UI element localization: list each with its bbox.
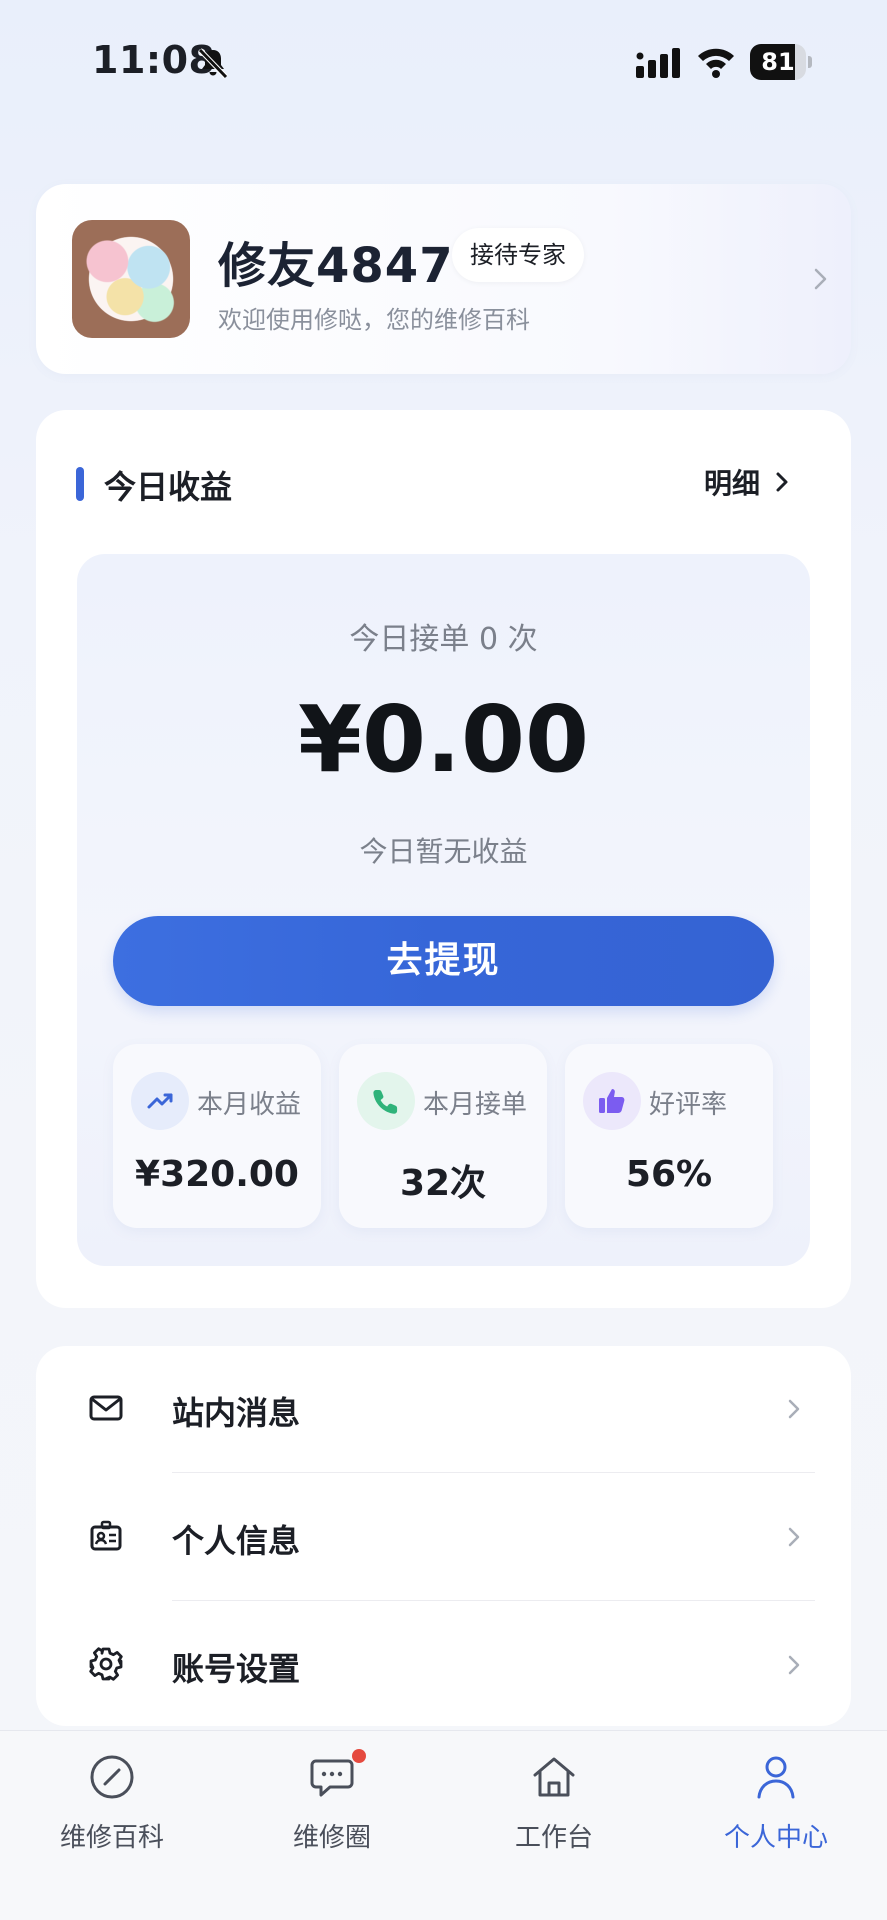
- tab-label: 维修百科: [59, 1823, 164, 1853]
- id-card-icon: [90, 1520, 122, 1551]
- bell-muted-icon: [198, 48, 228, 79]
- menu-item-messages[interactable]: 站内消息: [36, 1346, 851, 1474]
- battery-level: 81: [761, 48, 795, 76]
- stat-label: 本月收益: [197, 1090, 302, 1120]
- cellular-signal-icon: [636, 48, 680, 78]
- chevron-right-icon: [788, 1527, 800, 1547]
- menu-item-label: 个人信息: [172, 1522, 301, 1560]
- stat-value: ¥320.00: [135, 1154, 299, 1195]
- username: 修友4847: [218, 238, 454, 294]
- phone-icon: [357, 1072, 415, 1130]
- stat-label: 好评率: [649, 1090, 728, 1120]
- stat-rating[interactable]: 好评率 56%: [565, 1044, 773, 1228]
- profile-card[interactable]: 修友4847 接待专家 欢迎使用修哒，您的维修百科: [36, 184, 851, 374]
- settings-menu: 站内消息 个人信息 账号设置: [36, 1346, 851, 1726]
- tab-personal-center[interactable]: 个人中心: [676, 1753, 876, 1873]
- stat-value: 56%: [625, 1154, 713, 1195]
- menu-item-label: 站内消息: [172, 1394, 301, 1432]
- no-income-text: 今日暂无收益: [359, 835, 528, 868]
- bottom-tab-bar: 维修百科 维修圈 工作台 个人中心: [0, 1730, 887, 1920]
- mail-icon: [89, 1395, 123, 1421]
- detail-link[interactable]: 明细: [704, 462, 790, 502]
- home-icon: [533, 1757, 575, 1797]
- earnings-card: 今日收益 明细 今日接单 0 次 ¥0.00 今日暂无收益 去提现 本月收益 ¥…: [36, 410, 851, 1308]
- compass-icon: [90, 1755, 134, 1799]
- chat-bubble-icon: [310, 1759, 354, 1797]
- earnings-title: 今日收益: [104, 468, 233, 506]
- section-accent-bar: [76, 467, 84, 501]
- stat-label: 本月接单: [423, 1090, 528, 1120]
- stat-monthly-income[interactable]: 本月收益 ¥320.00: [113, 1044, 321, 1228]
- divider: [172, 1472, 815, 1473]
- tab-community[interactable]: 维修圈: [232, 1749, 432, 1873]
- tab-label: 工作台: [514, 1823, 593, 1853]
- earnings-summary-panel: 今日接单 0 次 ¥0.00 今日暂无收益 去提现 本月收益 ¥320.00 本…: [77, 554, 810, 1266]
- orders-today: 今日接单 0 次: [349, 622, 538, 657]
- battery-indicator: 81: [750, 44, 814, 80]
- person-icon: [757, 1756, 795, 1799]
- chevron-right-icon: [788, 1655, 800, 1675]
- status-bar: 11:08 81: [0, 0, 887, 130]
- withdraw-button[interactable]: 去提现: [113, 916, 774, 1006]
- menu-item-label: 账号设置: [172, 1650, 301, 1688]
- menu-item-profile[interactable]: 个人信息: [36, 1474, 851, 1602]
- tab-label: 维修圈: [292, 1823, 371, 1853]
- tab-wiki[interactable]: 维修百科: [12, 1753, 212, 1873]
- divider: [172, 1600, 815, 1601]
- amount-today: ¥0.00: [297, 686, 589, 793]
- welcome-text: 欢迎使用修哒，您的维修百科: [218, 306, 530, 334]
- notification-dot: [352, 1749, 366, 1763]
- thumbs-up-icon: [583, 1072, 641, 1130]
- role-badge: 接待专家: [452, 228, 584, 282]
- tab-label: 个人中心: [723, 1823, 828, 1853]
- avatar[interactable]: [72, 220, 190, 338]
- menu-item-account-settings[interactable]: 账号设置: [36, 1602, 851, 1730]
- detail-link-label: 明细: [704, 467, 761, 500]
- stat-monthly-orders[interactable]: 本月接单 32次: [339, 1044, 547, 1228]
- chevron-right-icon: [788, 1399, 800, 1419]
- chevron-right-icon: [776, 472, 788, 492]
- stat-value: 32次: [399, 1163, 487, 1204]
- trend-up-icon: [131, 1072, 189, 1130]
- tab-workbench[interactable]: 工作台: [454, 1753, 654, 1873]
- chevron-right-icon: [814, 268, 827, 290]
- wifi-icon: [698, 48, 734, 78]
- gear-icon: [89, 1647, 123, 1681]
